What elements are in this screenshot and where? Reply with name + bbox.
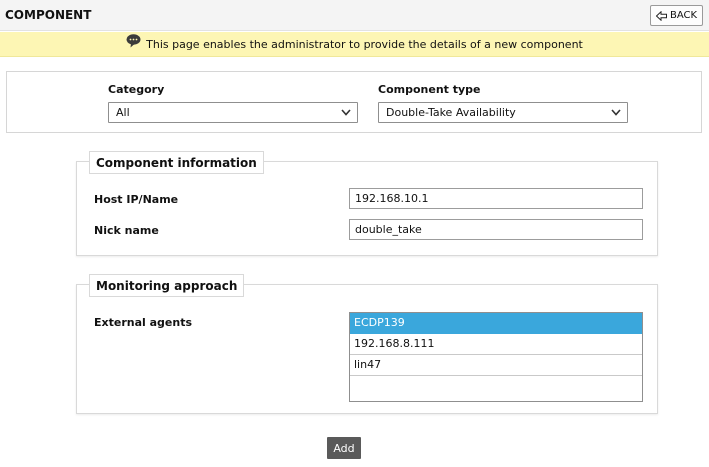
- component-type-label: Component type: [378, 83, 481, 96]
- component-information-section: Component information Host IP/Name Nick …: [76, 151, 658, 256]
- info-message: This page enables the administrator to p…: [146, 37, 583, 51]
- back-button-label: BACK: [669, 10, 698, 21]
- chevron-down-icon: [341, 109, 351, 116]
- list-item[interactable]: lin47: [350, 355, 642, 376]
- back-arrow-icon: [655, 10, 667, 21]
- filter-panel: Category All Component type Double-Take …: [6, 71, 702, 133]
- list-item[interactable]: ECDP139: [350, 313, 642, 334]
- page-header: COMPONENT BACK: [0, 0, 709, 31]
- back-button[interactable]: BACK: [650, 5, 703, 26]
- nick-name-input[interactable]: [349, 219, 643, 240]
- add-button[interactable]: Add: [327, 437, 361, 459]
- external-agents-listbox[interactable]: ECDP139 192.168.8.111 lin47: [349, 312, 643, 402]
- page-title: COMPONENT: [5, 8, 92, 22]
- component-type-select[interactable]: Double-Take Availability: [378, 102, 628, 123]
- category-select[interactable]: All: [108, 102, 358, 123]
- category-label: Category: [108, 83, 165, 96]
- chevron-down-icon: [611, 109, 621, 116]
- component-information-legend: Component information: [89, 151, 264, 174]
- monitoring-approach-section: Monitoring approach External agents ECDP…: [76, 274, 658, 414]
- host-ip-input[interactable]: [349, 188, 643, 209]
- speech-bubble-icon: [126, 34, 141, 48]
- component-type-select-value: Double-Take Availability: [386, 106, 516, 119]
- category-select-value: All: [116, 106, 130, 119]
- external-agents-label: External agents: [94, 316, 193, 329]
- monitoring-approach-legend: Monitoring approach: [89, 274, 245, 297]
- info-bar: This page enables the administrator to p…: [0, 32, 709, 57]
- host-ip-label: Host IP/Name: [94, 193, 179, 206]
- nick-name-label: Nick name: [94, 224, 159, 237]
- list-item[interactable]: 192.168.8.111: [350, 334, 642, 355]
